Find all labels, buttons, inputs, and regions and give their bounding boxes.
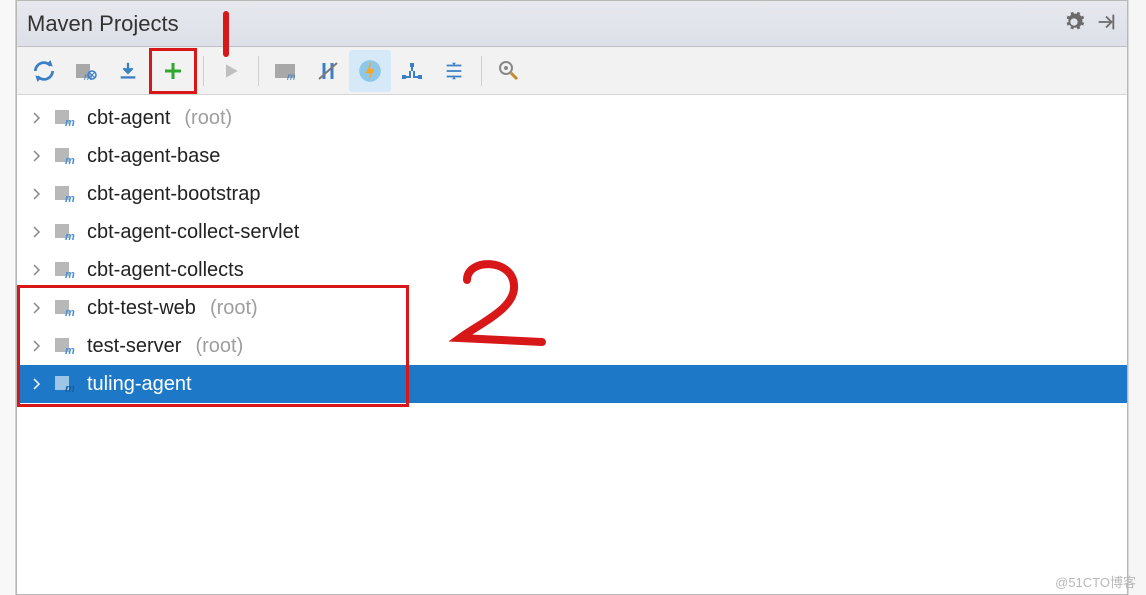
svg-text:m: m — [65, 117, 75, 128]
run-button[interactable] — [210, 50, 252, 92]
svg-text:m: m — [65, 193, 75, 204]
chevron-right-icon — [31, 264, 43, 276]
maven-module-icon: m — [53, 374, 77, 394]
item-label: cbt-agent-collect-servlet — [87, 221, 299, 244]
refresh-button[interactable] — [23, 50, 65, 92]
tree-item[interactable]: m cbt-agent-base — [17, 137, 1127, 175]
toggle-offline-button[interactable]: m — [265, 50, 307, 92]
tree-item-selected[interactable]: m tuling-agent — [17, 365, 1127, 403]
chevron-right-icon — [31, 378, 43, 390]
titlebar: Maven Projects — [17, 1, 1127, 47]
maven-module-icon: m — [53, 298, 77, 318]
chevron-right-icon — [31, 340, 43, 352]
item-label: cbt-agent-base — [87, 145, 220, 168]
titlebar-actions — [1063, 11, 1117, 36]
watermark: @51CTO博客 — [1055, 572, 1136, 591]
root-suffix: (root) — [210, 297, 258, 320]
left-gutter — [0, 0, 16, 595]
maven-module-icon: m — [53, 336, 77, 356]
maven-module-icon: m — [53, 184, 77, 204]
item-label: tuling-agent — [87, 373, 192, 396]
chevron-right-icon — [31, 188, 43, 200]
maven-module-icon: m — [53, 146, 77, 166]
item-label: cbt-agent-collects — [87, 259, 244, 282]
svg-text:m: m — [65, 231, 75, 242]
panel-title: Maven Projects — [27, 11, 1063, 37]
show-deps-button[interactable] — [391, 50, 433, 92]
tree-item[interactable]: m cbt-agent (root) — [17, 99, 1127, 137]
separator — [258, 56, 259, 86]
maven-settings-button[interactable] — [488, 50, 530, 92]
gear-icon[interactable] — [1063, 11, 1085, 36]
svg-text:m: m — [287, 72, 295, 82]
generate-button[interactable]: m — [65, 50, 107, 92]
skip-tests-button[interactable] — [307, 50, 349, 92]
chevron-right-icon — [31, 112, 43, 124]
item-label: test-server — [87, 335, 181, 358]
svg-text:m: m — [65, 269, 75, 280]
separator — [481, 56, 482, 86]
download-button[interactable] — [107, 50, 149, 92]
tree-item[interactable]: m cbt-agent-bootstrap — [17, 175, 1127, 213]
toolbar: m m — [17, 47, 1127, 95]
svg-text:m: m — [65, 383, 75, 394]
project-tree: m cbt-agent (root) m cbt-agent-base m cb… — [17, 95, 1127, 403]
root-suffix: (root) — [184, 107, 232, 130]
svg-text:m: m — [65, 155, 75, 166]
right-gutter — [1128, 0, 1146, 595]
collapse-all-button[interactable] — [433, 50, 475, 92]
profile-button[interactable] — [349, 50, 391, 92]
chevron-right-icon — [31, 150, 43, 162]
maven-module-icon: m — [53, 108, 77, 128]
add-button[interactable] — [149, 48, 197, 94]
svg-text:m: m — [65, 307, 75, 318]
tree-item[interactable]: m test-server (root) — [17, 327, 1127, 365]
maven-module-icon: m — [53, 260, 77, 280]
chevron-right-icon — [31, 302, 43, 314]
maven-module-icon: m — [53, 222, 77, 242]
item-label: cbt-agent-bootstrap — [87, 183, 260, 206]
item-label: cbt-test-web — [87, 297, 196, 320]
item-label: cbt-agent — [87, 107, 170, 130]
tree-item[interactable]: m cbt-test-web (root) — [17, 289, 1127, 327]
maven-panel: Maven Projects m m — [16, 0, 1128, 595]
root-suffix: (root) — [195, 335, 243, 358]
separator — [203, 56, 204, 86]
svg-text:m: m — [65, 345, 75, 356]
tree-item[interactable]: m cbt-agent-collect-servlet — [17, 213, 1127, 251]
chevron-right-icon — [31, 226, 43, 238]
hide-icon[interactable] — [1095, 11, 1117, 36]
tree-item[interactable]: m cbt-agent-collects — [17, 251, 1127, 289]
